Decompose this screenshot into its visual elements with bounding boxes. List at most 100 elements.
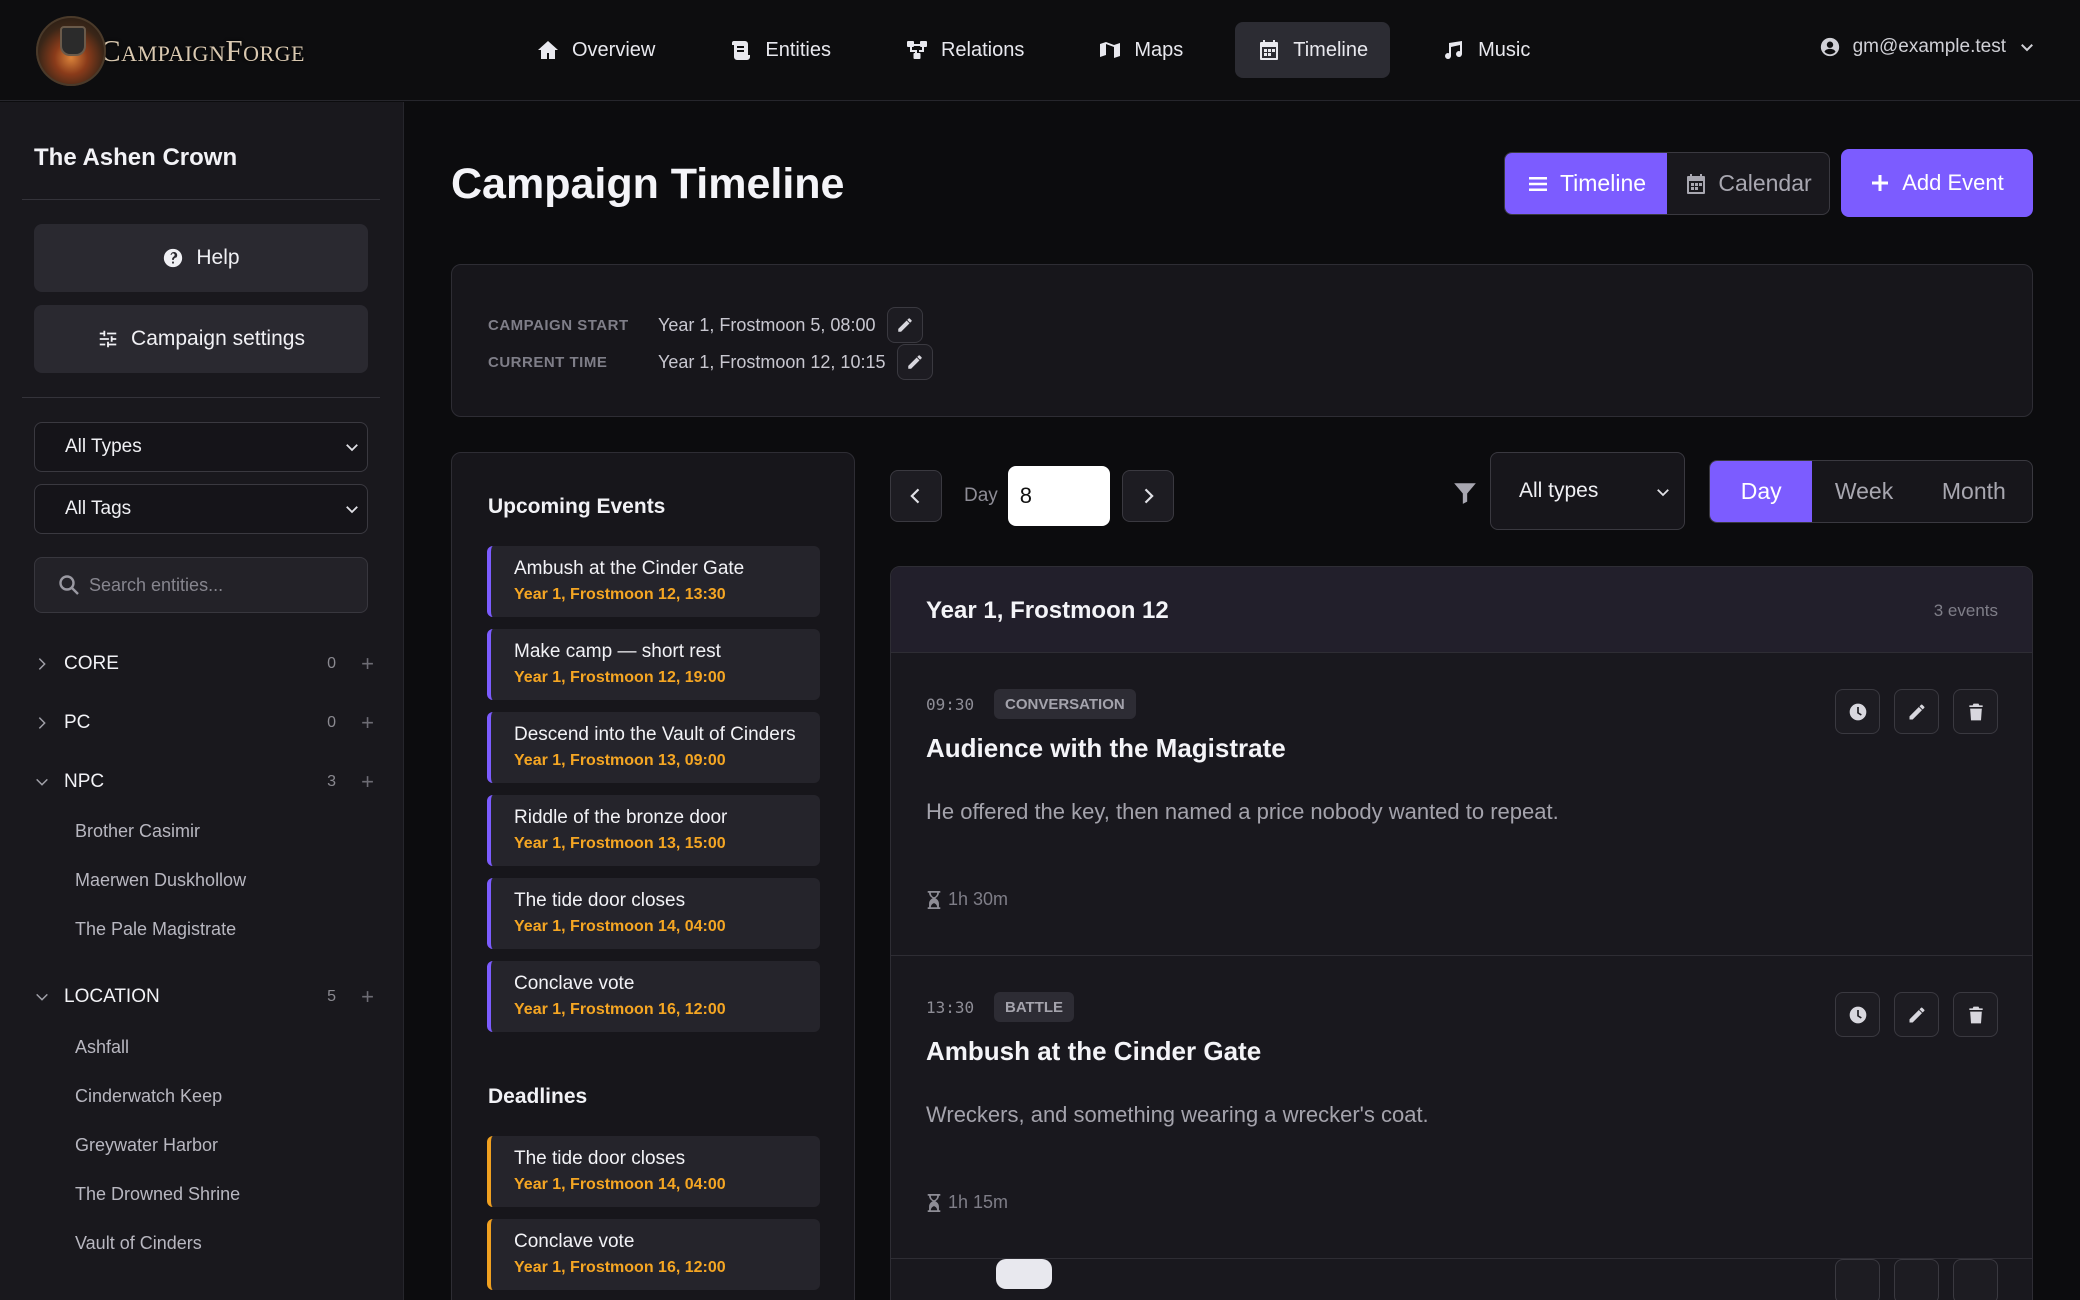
- nav-music[interactable]: Music: [1420, 22, 1552, 78]
- delete-event-button[interactable]: [1953, 689, 1998, 734]
- logo-emblem-icon: [36, 16, 106, 86]
- month-view-button[interactable]: Month: [1916, 461, 2032, 522]
- sidebar-entity-item[interactable]: Ashfall: [75, 1037, 129, 1058]
- tag-filter-select[interactable]: All Tags: [34, 484, 368, 534]
- page-title: Campaign Timeline: [451, 160, 845, 208]
- sidebar-entity-item[interactable]: Vault of Cinders: [75, 1233, 202, 1254]
- edit-event-button[interactable]: [1894, 1259, 1939, 1300]
- day-label: Day: [964, 485, 998, 506]
- chevron-left-icon: [910, 488, 920, 504]
- logo-text: CampaignForge: [100, 33, 305, 68]
- chevron-down-icon: [36, 778, 48, 786]
- category-pc[interactable]: PC 0 +: [34, 706, 374, 740]
- campaign-settings-button[interactable]: Campaign settings: [34, 305, 368, 373]
- plus-icon: [1872, 175, 1889, 191]
- calendar-view-button[interactable]: Calendar: [1667, 153, 1829, 214]
- sidebar-entity-item[interactable]: The Pale Magistrate: [75, 919, 236, 940]
- nav-label: Timeline: [1293, 38, 1369, 61]
- category-core[interactable]: CORE 0 +: [34, 647, 374, 681]
- edit-current-time-button[interactable]: [897, 344, 934, 380]
- event-card[interactable]: 09:30 CONVERSATION Audience with the Mag…: [891, 653, 2032, 956]
- chevron-down-icon: [1657, 489, 1669, 497]
- upcoming-panel: Upcoming Events Ambush at the Cinder Gat…: [451, 452, 855, 1300]
- entity-search-input[interactable]: Search entities...: [34, 557, 368, 613]
- upcoming-event[interactable]: The tide door closes Year 1, Frostmoon 1…: [487, 878, 820, 949]
- sidebar-entity-item[interactable]: Cinderwatch Keep: [75, 1086, 222, 1107]
- upcoming-event[interactable]: Conclave vote Year 1, Frostmoon 16, 12:0…: [487, 961, 820, 1032]
- deadline-event[interactable]: Conclave vote Year 1, Frostmoon 16, 12:0…: [487, 1219, 820, 1290]
- calendar-icon: [1687, 173, 1706, 194]
- nav-maps[interactable]: Maps: [1076, 22, 1205, 78]
- upcoming-event[interactable]: Riddle of the bronze door Year 1, Frostm…: [487, 795, 820, 866]
- campaign-name: The Ashen Crown: [34, 144, 238, 171]
- add-entity-plus-icon[interactable]: +: [361, 984, 374, 1010]
- event-type-badge: CONVERSATION: [994, 689, 1136, 719]
- day-events-panel: Year 1, Frostmoon 12 3 events 09:30 CONV…: [890, 566, 2033, 1300]
- event-count: 3 events: [1933, 601, 1998, 620]
- event-date: Year 1, Frostmoon 14, 04:00: [514, 918, 726, 935]
- add-event-label: Add Event: [1902, 170, 2004, 195]
- sidebar-entity-item[interactable]: Greywater Harbor: [75, 1135, 218, 1156]
- category-location[interactable]: LOCATION 5 +: [34, 980, 374, 1014]
- event-date: Year 1, Frostmoon 16, 12:00: [514, 1001, 726, 1018]
- category-count: 0: [327, 714, 336, 731]
- event-type-badge: BATTLE: [994, 992, 1075, 1022]
- event-type-badge: [996, 1259, 1052, 1289]
- sidebar-entity-item[interactable]: Maerwen Duskhollow: [75, 870, 246, 891]
- next-day-button[interactable]: [1121, 470, 1174, 522]
- divider: [22, 397, 380, 398]
- set-time-button[interactable]: [1835, 1259, 1880, 1300]
- sidebar-entity-item[interactable]: The Drowned Shrine: [75, 1184, 240, 1205]
- day-view-button[interactable]: Day: [1710, 461, 1813, 522]
- event-card[interactable]: 13:30 BATTLE Ambush at the Cinder Gate W…: [891, 956, 2032, 1259]
- deadline-event[interactable]: The tide door closes Year 1, Frostmoon 1…: [487, 1136, 820, 1207]
- delete-event-button[interactable]: [1953, 992, 1998, 1037]
- nav-label: Overview: [572, 38, 656, 61]
- nav-relations[interactable]: Relations: [883, 22, 1046, 78]
- nav-timeline[interactable]: Timeline: [1235, 22, 1391, 78]
- trash-icon: [1968, 1006, 1983, 1023]
- nav-label: Entities: [765, 38, 831, 61]
- set-time-button[interactable]: [1835, 992, 1880, 1037]
- add-entity-plus-icon[interactable]: +: [361, 651, 374, 677]
- type-filter-value: All Types: [65, 436, 142, 457]
- upcoming-event[interactable]: Descend into the Vault of Cinders Year 1…: [487, 712, 820, 783]
- nav-entities[interactable]: Entities: [707, 22, 853, 78]
- timeline-view-button[interactable]: Timeline: [1505, 153, 1667, 214]
- event-date: Year 1, Frostmoon 12, 19:00: [514, 669, 726, 686]
- nav-label: Relations: [940, 38, 1025, 61]
- edit-start-button[interactable]: [887, 307, 924, 343]
- upcoming-event[interactable]: Make camp — short rest Year 1, Frostmoon…: [487, 629, 820, 700]
- previous-day-button[interactable]: [890, 470, 942, 522]
- nav-overview[interactable]: Overview: [514, 22, 677, 78]
- day-navigator: Day 8: [890, 466, 1174, 526]
- event-card-partial[interactable]: [891, 1259, 2032, 1300]
- add-event-button[interactable]: Add Event: [1841, 149, 2033, 217]
- delete-event-button[interactable]: [1953, 1259, 1998, 1300]
- campaign-start-row: CAMPAIGN START Year 1, Frostmoon 5, 08:0…: [488, 307, 924, 343]
- campaign-start-label: CAMPAIGN START: [488, 316, 629, 334]
- upcoming-event[interactable]: Ambush at the Cinder Gate Year 1, Frostm…: [487, 546, 820, 617]
- set-time-button[interactable]: [1835, 689, 1880, 734]
- help-button[interactable]: Help: [34, 224, 368, 292]
- pencil-icon: [1909, 1007, 1924, 1022]
- category-count: 5: [327, 988, 336, 1005]
- home-icon: [538, 41, 558, 59]
- add-entity-plus-icon[interactable]: +: [361, 769, 374, 795]
- search-placeholder: Search entities...: [89, 574, 224, 595]
- hourglass-icon: [927, 890, 941, 909]
- app-logo[interactable]: CampaignForge: [36, 16, 305, 86]
- event-time: 09:30: [926, 695, 975, 714]
- week-view-button[interactable]: Week: [1812, 461, 1915, 522]
- day-number-input[interactable]: 8: [1007, 466, 1110, 526]
- user-menu[interactable]: gm@example.test: [1819, 36, 2036, 58]
- type-filter-select[interactable]: All Types: [34, 422, 368, 472]
- sidebar-entity-item[interactable]: Brother Casimir: [75, 821, 200, 842]
- category-npc[interactable]: NPC 3 +: [34, 765, 374, 799]
- calendar-view-label: Calendar: [1718, 170, 1812, 196]
- relations-icon: [906, 41, 927, 59]
- edit-event-button[interactable]: [1894, 992, 1939, 1037]
- edit-event-button[interactable]: [1894, 689, 1939, 734]
- event-type-select[interactable]: All types: [1490, 452, 1685, 530]
- add-entity-plus-icon[interactable]: +: [361, 710, 374, 736]
